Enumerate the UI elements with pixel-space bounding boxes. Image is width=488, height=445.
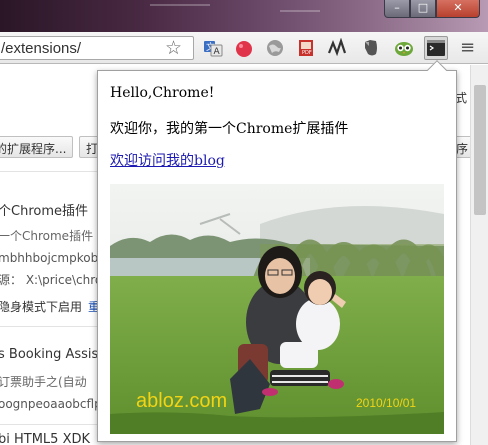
divider	[0, 171, 100, 172]
photo-date-stamp: 2010/10/01	[356, 396, 417, 410]
svg-text:PDF: PDF	[302, 50, 312, 56]
owl-icon[interactable]	[394, 38, 414, 58]
evernote-icon[interactable]	[361, 38, 381, 58]
red-drop-icon[interactable]	[234, 38, 254, 58]
incognito-label: 隐身模式下启用	[0, 300, 83, 314]
red-book-icon[interactable]: PDF	[296, 38, 316, 58]
extension-desc: 订票助手之(自动	[0, 375, 87, 389]
divider	[0, 326, 100, 327]
scrollbar-thumb[interactable]	[474, 85, 486, 215]
window-frame: – □ ✕	[0, 0, 488, 32]
globe-icon[interactable]	[265, 38, 285, 58]
minimize-button[interactable]: –	[384, 0, 410, 18]
pack-extension-button[interactable]: 打	[79, 136, 99, 158]
svg-text:A: A	[214, 47, 221, 57]
address-bar-url: /extensions/	[1, 40, 82, 57]
extension-title: bi HTML5 XDK	[0, 432, 91, 445]
translate-icon[interactable]: 文A	[203, 38, 223, 58]
extension-popup: Hello,Chrome! 欢迎你，我的第一个Chrome扩展插件 欢迎访问我的…	[97, 60, 457, 442]
blog-link[interactable]: 欢迎访问我的blog	[110, 150, 225, 170]
extension-title: 个Chrome插件	[0, 204, 88, 219]
popup-hello-text: Hello,Chrome!	[110, 85, 215, 101]
chrome-menu-icon[interactable]: ≡	[460, 38, 480, 58]
family-photo: abloz.com 2010/10/01	[110, 184, 444, 434]
maximize-button[interactable]: □	[410, 0, 436, 18]
page-scrollbar[interactable]	[470, 65, 488, 445]
vector-icon[interactable]	[327, 38, 347, 58]
photo-watermark: abloz.com	[136, 390, 228, 412]
popup-welcome-text: 欢迎你，我的第一个Chrome扩展插件	[110, 121, 349, 137]
extension-desc: 一个Chrome插件	[0, 229, 94, 243]
address-bar[interactable]: /extensions/ ☆	[0, 36, 194, 60]
divider	[0, 424, 100, 425]
frame-streak	[280, 10, 320, 12]
bookmark-star-icon[interactable]: ☆	[165, 37, 182, 59]
close-button[interactable]: ✕	[436, 0, 480, 18]
extension-title: s Booking Assista	[0, 347, 112, 362]
frame-streak	[150, 4, 210, 6]
extension-id: oognpeoaaobcflpin	[0, 397, 113, 411]
terminal-icon[interactable]	[424, 36, 448, 60]
load-extension-button[interactable]: 的扩展程序...	[0, 136, 74, 158]
